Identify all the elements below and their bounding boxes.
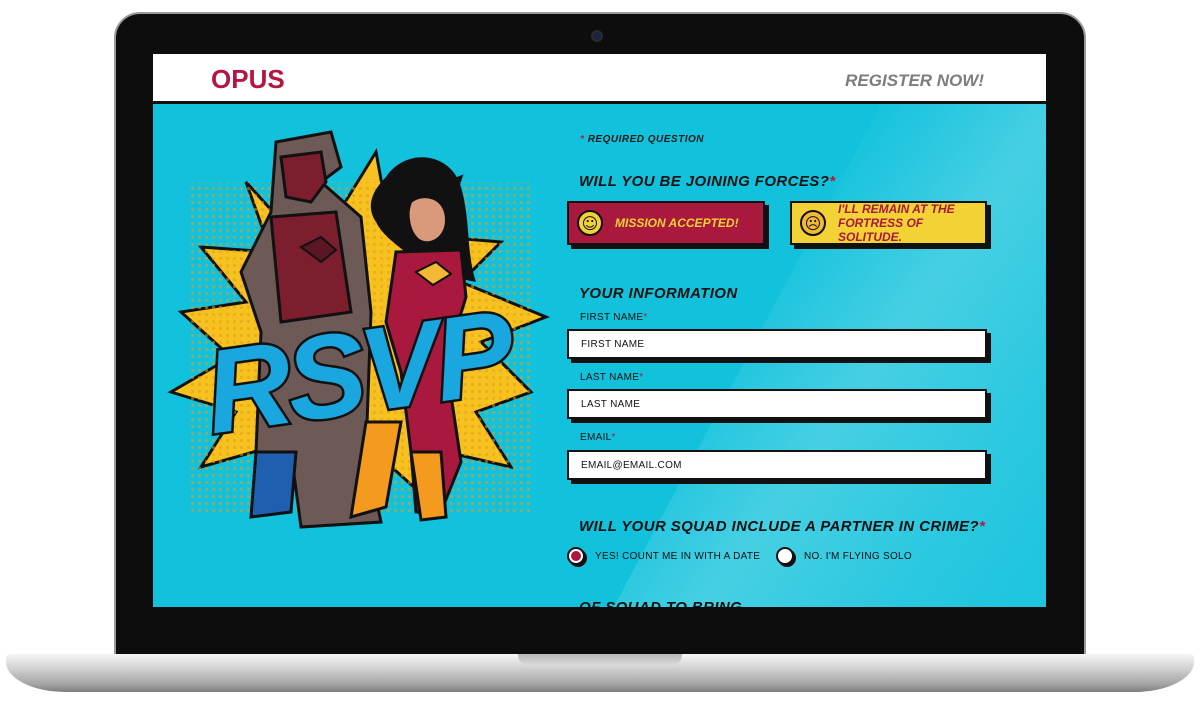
radio-label-date: YES! COUNT ME IN WITH A DATE [595,550,761,562]
mission-accepted-button[interactable]: ☺ MISSION ACCEPTED! [567,201,765,245]
register-now-link[interactable]: REGISTER NOW! [845,71,984,91]
required-star: * [611,432,616,443]
last-name-label: LAST NAME* [580,372,643,383]
joining-question-text: WILL YOU BE JOINING FORCES? [579,173,830,190]
radio-button-selected[interactable] [567,547,585,565]
webcam [591,30,603,42]
screen: RSVP OPUS REGISTER NOW! * REQUIRED QUEST… [153,54,1046,607]
smiley-icon: ☺ [577,210,603,236]
required-star: * [979,518,986,535]
radio-label-solo: NO. I'M FLYING SOLO [804,550,912,562]
opus-logo[interactable]: OPUS [211,64,285,95]
required-star: * [639,372,644,383]
required-note-text: REQUIRED QUESTION [587,134,704,145]
next-question-heading: OF SQUAD TO BRING [579,599,742,607]
partner-question-text: WILL YOUR SQUAD INCLUDE A PARTNER IN CRI… [579,518,979,535]
your-information-heading: YOUR INFORMATION [579,285,738,302]
radio-option-date[interactable]: YES! COUNT ME IN WITH A DATE [567,547,760,565]
site-header: OPUS REGISTER NOW! [153,54,1046,104]
superheroes-illustration: RSVP [167,130,551,529]
fortress-of-solitude-label: I'LL REMAIN AT THE FORTRESS OF SOLITUDE. [838,202,955,244]
email-input[interactable] [567,450,987,480]
mission-accepted-label: MISSION ACCEPTED! [615,216,739,230]
required-star: * [580,134,585,145]
first-name-label: FIRST NAME* [580,312,648,323]
partner-question: WILL YOUR SQUAD INCLUDE A PARTNER IN CRI… [579,518,985,535]
radio-option-solo[interactable]: NO. I'M FLYING SOLO [776,547,912,565]
joining-question: WILL YOU BE JOINING FORCES?* [579,173,836,190]
email-label: EMAIL* [580,432,616,443]
laptop-notch [518,654,682,665]
required-star: * [829,173,836,190]
frown-icon: ☹ [800,210,826,236]
last-name-input[interactable] [567,389,987,419]
first-name-input[interactable] [567,329,987,359]
radio-dot [571,551,581,561]
female-hero [407,196,448,244]
required-star: * [643,312,648,323]
last-name-label-text: LAST NAME [580,372,640,383]
fortress-of-solitude-button[interactable]: ☹ I'LL REMAIN AT THE FORTRESS OF SOLITUD… [790,201,987,245]
first-name-label-text: FIRST NAME [580,312,644,323]
required-note: * REQUIRED QUESTION [580,134,704,145]
radio-button[interactable] [776,547,794,565]
email-label-text: EMAIL [580,432,612,443]
